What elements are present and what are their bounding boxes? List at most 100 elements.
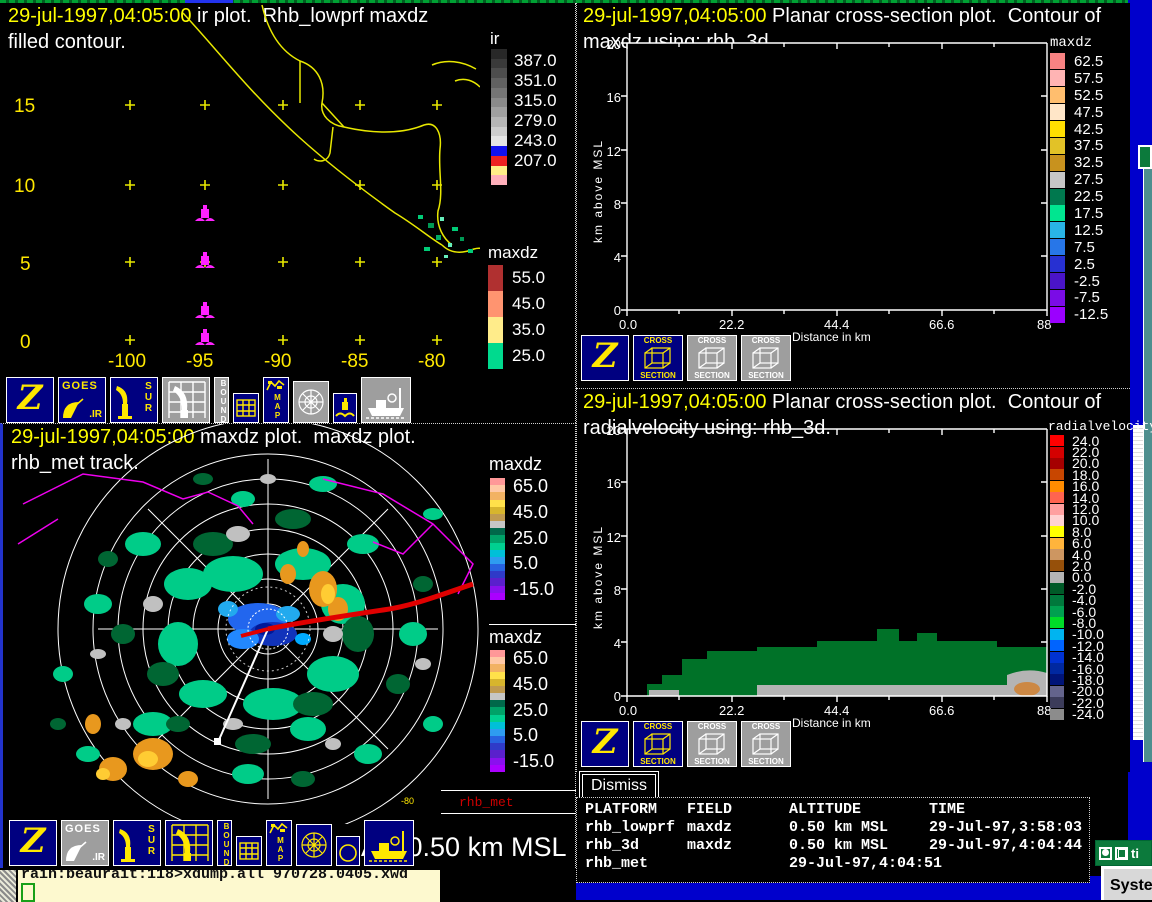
window-doc-icon[interactable] bbox=[1115, 847, 1128, 860]
web-button[interactable] bbox=[296, 824, 332, 866]
corner-system-window: System bbox=[1101, 866, 1152, 900]
xs2-ytick-4: 4 bbox=[595, 636, 621, 651]
info-header-time: TIME bbox=[929, 801, 1081, 819]
bounds-button[interactable]: BOUNDS bbox=[217, 820, 232, 866]
xs1-plot[interactable] bbox=[577, 3, 1131, 333]
lon-tick-85: -85 bbox=[341, 351, 368, 373]
zeb-z-glyph: Z bbox=[582, 722, 628, 762]
track-legend-label: rhb_met bbox=[441, 791, 576, 813]
sur-button[interactable]: SUR bbox=[110, 377, 158, 423]
zeb-logo-button[interactable]: Z bbox=[581, 335, 629, 381]
ir-map-toolbar: Z GOES .IR SUR BOUNDS MAP bbox=[6, 377, 411, 423]
bounds-button[interactable]: BOUNDS bbox=[214, 377, 229, 423]
map-label: MAP bbox=[275, 836, 285, 863]
ship-track-endpoint bbox=[214, 738, 221, 745]
map-button[interactable]: MAP bbox=[266, 820, 292, 866]
background-window-scrollbar[interactable] bbox=[1133, 425, 1143, 740]
buoy-button[interactable] bbox=[333, 393, 357, 423]
ship-button[interactable] bbox=[364, 820, 414, 866]
ppi-colorbar2 bbox=[490, 650, 505, 772]
cross-section-button-active[interactable]: CROSS SECTION bbox=[633, 335, 683, 381]
xs2-plot[interactable] bbox=[577, 389, 1131, 719]
zeb-z-glyph: Z bbox=[7, 378, 53, 418]
xs2-xtick-0: 0.0 bbox=[619, 703, 637, 718]
radar-antenna-icon bbox=[113, 380, 139, 420]
xs1-ytick-4: 4 bbox=[595, 250, 621, 265]
web-button[interactable] bbox=[293, 381, 329, 423]
info-header-altitude: ALTITUDE bbox=[789, 801, 929, 819]
cross-section-button[interactable]: CROSS SECTION bbox=[687, 335, 737, 381]
zeb-z-glyph: Z bbox=[10, 821, 56, 861]
survey-grid-button[interactable] bbox=[165, 820, 213, 866]
sur-button[interactable]: SUR bbox=[113, 820, 161, 866]
cross-section-button-active[interactable]: CROSS SECTION bbox=[633, 721, 683, 767]
survey-grid-button[interactable] bbox=[162, 377, 210, 423]
ir-colorbar-title: ir bbox=[490, 29, 499, 49]
maxdz-colorbar-title: maxdz bbox=[488, 243, 538, 263]
terminal-window[interactable]: rain:beaurait:118>xdump.all 970728.0405.… bbox=[0, 868, 440, 902]
goes-ir-button[interactable]: GOES .IR bbox=[58, 377, 106, 423]
circle-button[interactable] bbox=[336, 836, 360, 866]
xs1-ytick-20: 20 bbox=[595, 37, 621, 52]
ppi-colorbar1 bbox=[490, 478, 505, 600]
radar-web-icon bbox=[297, 825, 331, 865]
info-header-field: FIELD bbox=[687, 801, 789, 819]
corner-titlebar-text: ti bbox=[1131, 846, 1139, 861]
ship-icon bbox=[365, 821, 413, 865]
grid-button[interactable] bbox=[233, 393, 259, 423]
ir-colorbar bbox=[491, 49, 507, 185]
goes-ir-button[interactable]: GOES .IR bbox=[61, 820, 109, 866]
lon-tick-90: -90 bbox=[264, 351, 291, 373]
window-xsection-maxdz: 29-jul-1997,04:05:00 Planar cross-sectio… bbox=[576, 3, 1130, 388]
info-row: rhb_3d maxdz 0.50 km MSL 29-Jul-97,4:04:… bbox=[577, 837, 1089, 855]
platform-info-window: PLATFORM FIELD ALTITUDE TIME rhb_lowprf … bbox=[576, 797, 1090, 883]
info-header-row: PLATFORM FIELD ALTITUDE TIME bbox=[577, 801, 1089, 819]
cross-section-button[interactable]: CROSS SECTION bbox=[687, 721, 737, 767]
radar-antenna-icon bbox=[116, 823, 142, 863]
grid-radar-icon bbox=[166, 821, 212, 865]
system-button[interactable]: System bbox=[1110, 877, 1152, 895]
cube-icon bbox=[643, 346, 673, 370]
sur-label: SUR bbox=[146, 824, 157, 857]
xs2-colorbar: 24.0 22.0 20.0 18.0 16.0 bbox=[1050, 435, 1104, 720]
ir-map-canvas[interactable] bbox=[0, 3, 480, 375]
lat-tick-15: 15 bbox=[14, 96, 35, 118]
zeb-logo-button[interactable]: Z bbox=[581, 721, 629, 767]
cross-section-button[interactable]: CROSS SECTION bbox=[741, 721, 791, 767]
xs1-ylabel: km above MSL bbox=[591, 139, 605, 243]
satellite-dish-icon bbox=[64, 839, 88, 863]
info-header-platform: PLATFORM bbox=[585, 801, 687, 819]
dismiss-button[interactable]: Dismiss bbox=[582, 774, 656, 798]
zeb-logo-button[interactable]: Z bbox=[9, 820, 57, 866]
ship-icon bbox=[362, 378, 410, 422]
ppi-toolbar: Z GOES .IR SUR BOUNDS MAP bbox=[9, 820, 414, 866]
background-window-titlebar-fragment bbox=[1138, 145, 1152, 169]
map-button[interactable]: MAP bbox=[263, 377, 289, 423]
window-ppi: 29-jul-1997,04:05:00 maxdz plot. maxdz p… bbox=[0, 423, 576, 868]
xs2-xtick-66: 66.6 bbox=[929, 703, 954, 718]
cross-section-button[interactable]: CROSS SECTION bbox=[741, 335, 791, 381]
zeb-logo-button[interactable]: Z bbox=[6, 377, 54, 423]
xs1-ytick-0: 0 bbox=[595, 303, 621, 318]
grid-button[interactable] bbox=[236, 836, 262, 866]
lon-tick-80: -80 bbox=[418, 351, 445, 373]
ship-button[interactable] bbox=[361, 377, 411, 423]
ppi-colorbar1-title: maxdz bbox=[489, 454, 542, 475]
terminal-body[interactable]: rain:beaurait:118>xdump.all 970728.0405.… bbox=[18, 870, 440, 902]
grid-icon bbox=[234, 394, 258, 422]
radar-echoes bbox=[50, 473, 443, 787]
window-ir-map: 29-jul-1997,04:05:00 ir plot. Rhb_lowprf… bbox=[0, 3, 576, 423]
ppi-colorbar2-title: maxdz bbox=[489, 624, 577, 648]
desktop: { "shared": { "timestamp": "29-jul-1997,… bbox=[0, 0, 1152, 900]
bounds-label: BOUNDS bbox=[221, 822, 231, 866]
info-row: rhb_lowprf maxdz 0.50 km MSL 29-Jul-97,3… bbox=[577, 819, 1089, 837]
terminal-scrollbar[interactable] bbox=[0, 870, 18, 902]
buoy-icon bbox=[334, 394, 356, 422]
xs1-xtick-22: 22.2 bbox=[719, 317, 744, 332]
window-menu-icon[interactable] bbox=[1099, 847, 1112, 860]
corner-titlebar-window: ti bbox=[1095, 840, 1152, 866]
ppi-canvas[interactable] bbox=[3, 424, 481, 824]
grid-radar-icon bbox=[163, 378, 209, 422]
xs2-contour-tan bbox=[1014, 682, 1040, 696]
lat-tick-5: 5 bbox=[20, 254, 31, 276]
